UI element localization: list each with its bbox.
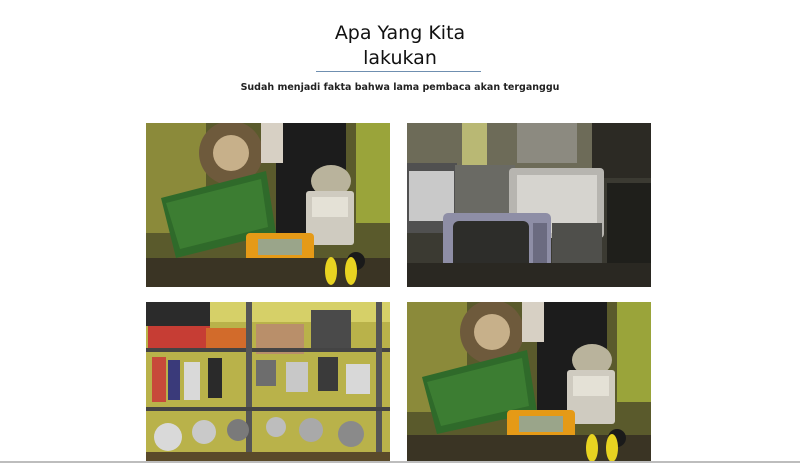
section-subtitle: Sudah menjadi fakta bahwa lama pembaca a… [240,82,560,93]
photo-circuit-board-image [407,302,651,463]
section-title-line2: lakukan [363,47,437,69]
services-section: Apa Yang Kita lakukan Sudah menjadi fakt… [0,0,800,463]
gallery-photo-4[interactable] [407,302,651,463]
photo-spare-parts-image [146,302,390,463]
title-underline [316,71,481,72]
photo-circuit-board-image [146,123,390,287]
gallery-photo-2[interactable] [407,123,651,287]
gallery-photo-1[interactable] [146,123,390,287]
section-title-line1: Apa Yang Kita [334,22,466,44]
gallery-photo-3[interactable] [146,302,390,463]
photo-televisions-image [407,123,651,287]
